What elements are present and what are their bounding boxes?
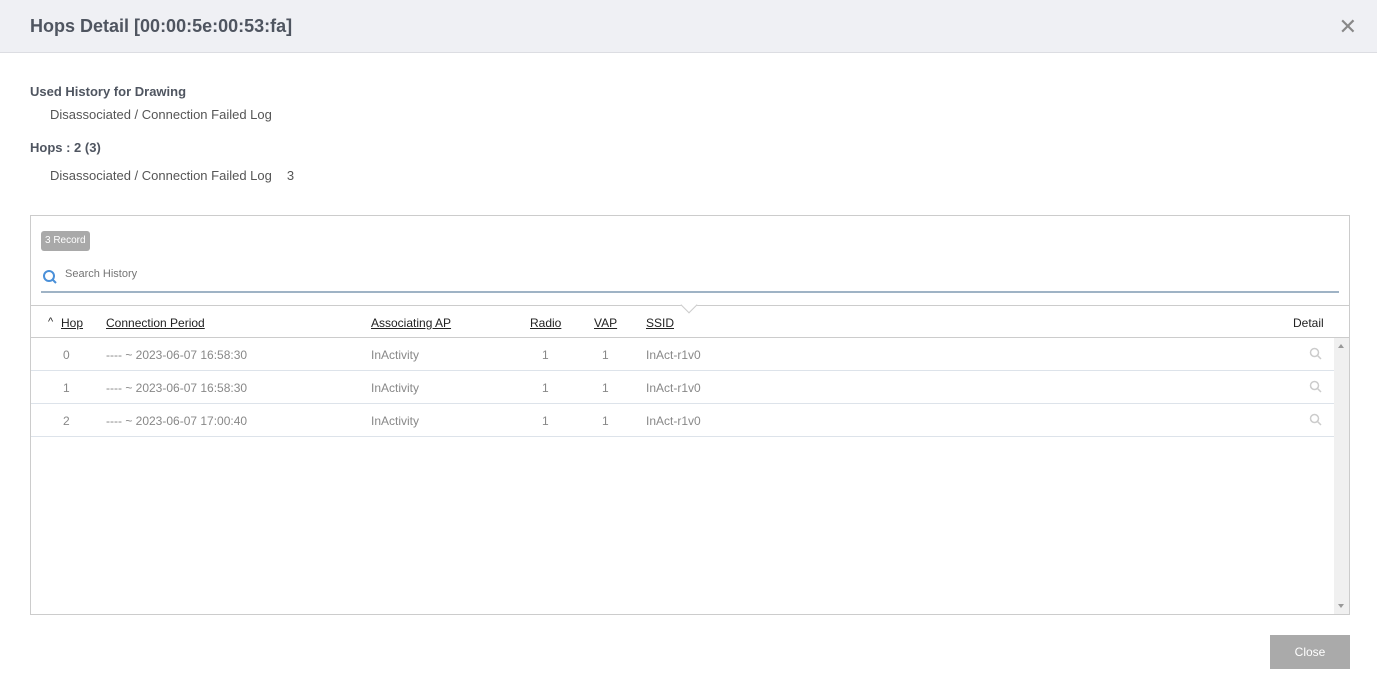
used-history-value: Disassociated / Connection Failed Log: [50, 107, 272, 122]
record-count-badge: 3 Record: [41, 231, 90, 251]
cell-ap: InActivity: [371, 414, 420, 428]
col-ssid[interactable]: SSID: [646, 316, 674, 330]
cell-period: ---- ~ 2023-06-07 17:00:40: [106, 414, 248, 428]
used-history-label: Used History for Drawing: [30, 84, 187, 99]
title-text: Hops Detail: [30, 16, 130, 36]
cell-hop: 2: [63, 414, 70, 428]
cell-hop: 1: [63, 381, 70, 395]
hops-count: 3: [286, 168, 295, 183]
close-button[interactable]: Close: [1270, 635, 1350, 669]
table-row[interactable]: 2 ---- ~ 2023-06-07 17:00:40 InActivity 1 1 I…: [31, 404, 1334, 437]
search-bar: [41, 264, 1339, 293]
col-detail: Detail: [1293, 316, 1324, 330]
col-radio[interactable]: Radio: [530, 316, 561, 330]
cell-radio: 1: [542, 348, 549, 362]
table-header: ^ Hop Connection Period Associating AP R…: [31, 296, 1349, 338]
col-vap[interactable]: VAP: [594, 316, 617, 330]
search-icon: [43, 270, 57, 284]
hops-label: Hops : 2 (3): [30, 140, 101, 155]
cell-period: ---- ~ 2023-06-07 16:58:30: [106, 381, 248, 395]
col-associating-ap[interactable]: Associating AP: [371, 316, 451, 330]
hops-value: Disassociated / Connection Failed Log 3: [50, 168, 294, 183]
cell-radio: 1: [542, 414, 549, 428]
cell-radio: 1: [542, 381, 549, 395]
table-scrollbar[interactable]: [1334, 338, 1349, 614]
table-row[interactable]: 0 ---- ~ 2023-06-07 16:58:30 InActivity 1 1 I…: [31, 338, 1334, 371]
mac-address: [00:00:5e:00:53:fa]: [134, 16, 293, 36]
cell-ssid: InAct-r1v0: [646, 348, 701, 362]
dialog-header: Hops Detail [00:00:5e:00:53:fa] ✕: [0, 0, 1377, 53]
detail-search-icon[interactable]: [1309, 347, 1322, 363]
cell-vap: 1: [602, 348, 609, 362]
cell-vap: 1: [602, 414, 609, 428]
hops-source: Disassociated / Connection Failed Log: [50, 168, 272, 183]
detail-search-icon[interactable]: [1309, 413, 1322, 429]
cell-ap: InActivity: [371, 381, 420, 395]
close-icon[interactable]: ✕: [1339, 16, 1357, 38]
cell-vap: 1: [602, 381, 609, 395]
header-notch: [680, 296, 698, 314]
table-row[interactable]: 1 ---- ~ 2023-06-07 16:58:30 InActivity 1 1 I…: [31, 371, 1334, 404]
dialog-title: Hops Detail [00:00:5e:00:53:fa]: [30, 16, 292, 37]
col-connection-period[interactable]: Connection Period: [106, 316, 205, 330]
search-input[interactable]: [65, 268, 665, 280]
cell-ssid: InAct-r1v0: [646, 414, 701, 428]
detail-search-icon[interactable]: [1309, 380, 1322, 396]
scroll-up-icon[interactable]: [1338, 344, 1344, 348]
cell-hop: 0: [63, 348, 70, 362]
scroll-down-icon[interactable]: [1338, 604, 1344, 608]
cell-period: ---- ~ 2023-06-07 16:58:30: [106, 348, 248, 362]
history-panel: 3 Record ^ Hop Connection Period Associa…: [30, 215, 1350, 615]
cell-ap: InActivity: [371, 348, 420, 362]
cell-ssid: InAct-r1v0: [646, 381, 701, 395]
sort-asc-icon: ^: [48, 316, 54, 328]
col-hop[interactable]: Hop: [61, 316, 83, 330]
